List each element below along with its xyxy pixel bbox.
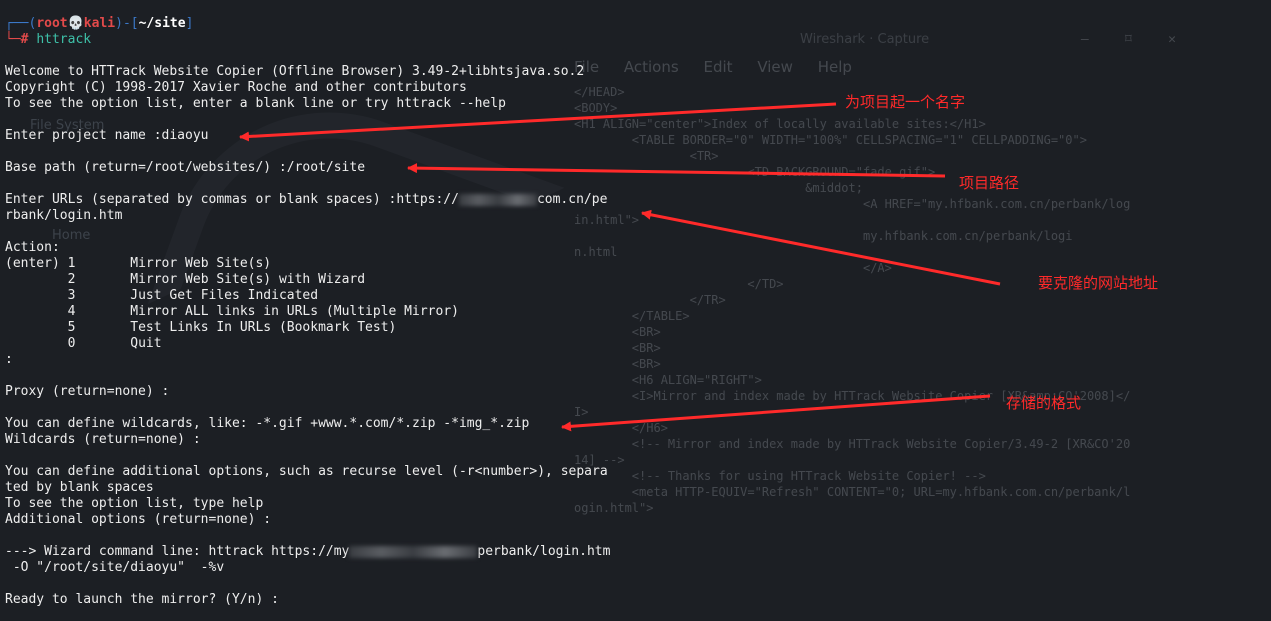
arrow-storage-format [561, 394, 991, 432]
arrow-project-path [407, 163, 946, 178]
arrow-project-name [239, 102, 837, 142]
annotation-project-path: 项目路径 [959, 174, 1020, 192]
annotation-clone-url: 要克隆的网站地址 [1038, 274, 1159, 292]
annotation-arrows [239, 102, 1001, 432]
annotation-storage-format: 存储的格式 [1006, 394, 1082, 412]
annotation-project-name: 为项目起一个名字 [845, 93, 966, 111]
arrow-clone-url [641, 209, 1001, 286]
